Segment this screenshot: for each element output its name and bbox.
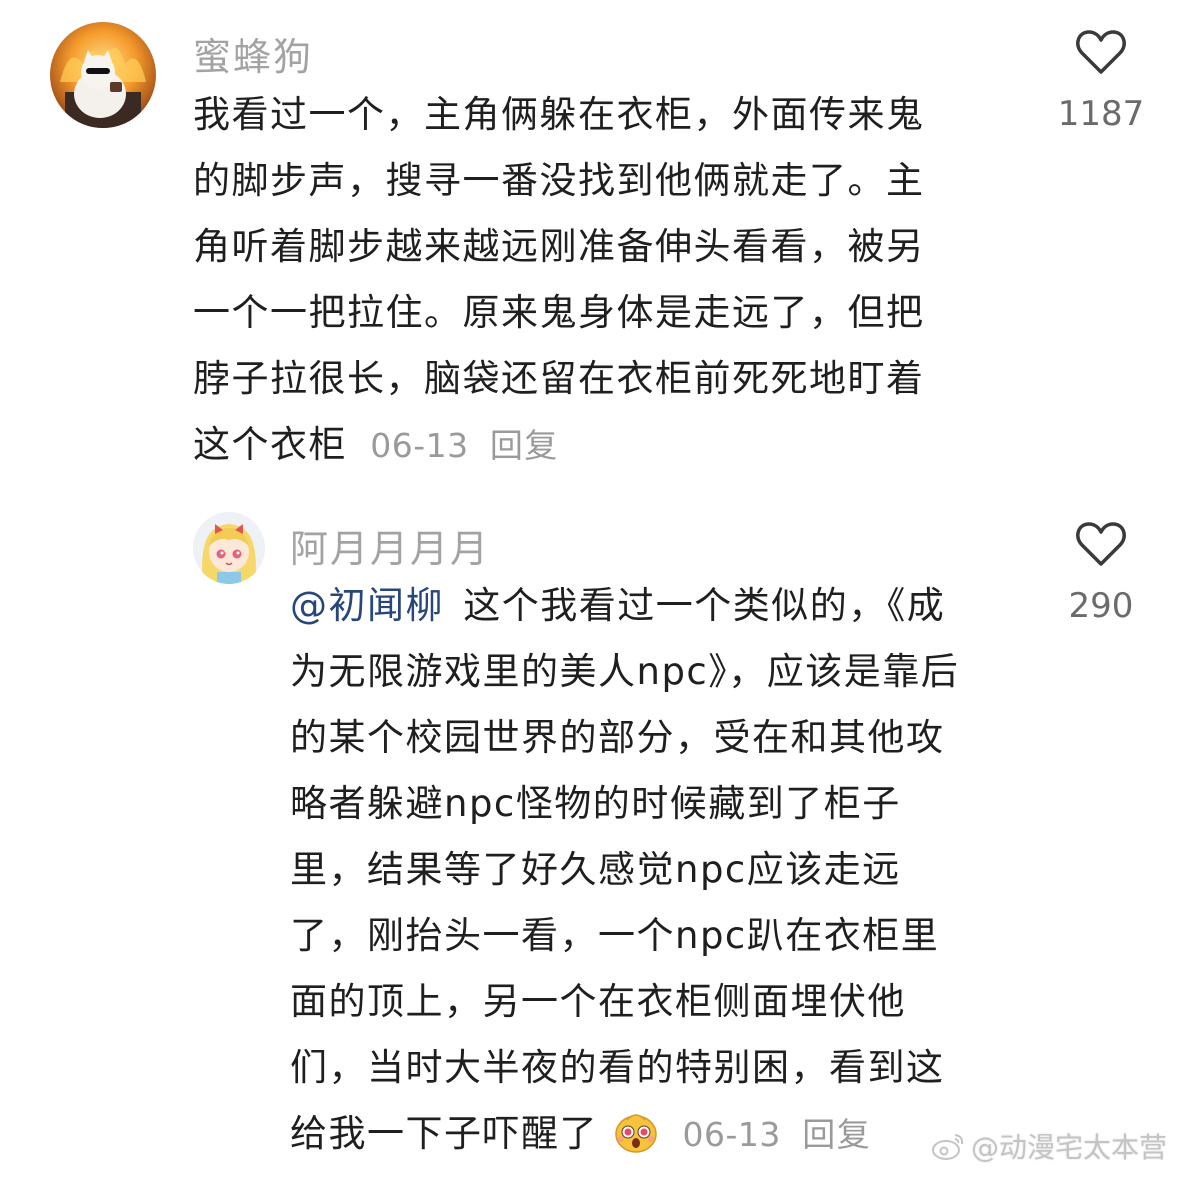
comment-username[interactable]: 蜜蜂狗 — [193, 26, 313, 81]
avatar[interactable] — [50, 22, 156, 128]
comment-date: 06-13 — [370, 426, 469, 465]
watermark-text: @动漫宅太本营 — [970, 1131, 1167, 1164]
comment-body: 我看过一个，主角俩躲在衣柜，外面传来鬼 的脚步声，搜寻一番没找到他俩就走了。主 … — [193, 82, 925, 479]
cat-on-fire-avatar-icon — [50, 22, 156, 128]
comment-username[interactable]: 阿月月月月 — [290, 518, 490, 573]
comment-line: 脖子拉很长，脑袋还留在衣柜前死死地盯着 — [193, 357, 925, 400]
comment-date: 06-13 — [682, 1115, 781, 1154]
comment-line: 了，刚抬头一看，一个npc趴在衣柜里 — [290, 914, 940, 957]
like-count: 1187 — [1057, 94, 1145, 134]
watermark: @动漫宅太本营 — [931, 1126, 1167, 1166]
anime-girl-avatar-icon — [193, 512, 265, 584]
comment-first-line: @初闻柳 这个我看过一个类似的，《成 — [290, 573, 959, 639]
comment-line: 面的顶上，另一个在衣柜侧面埋伏他 — [290, 980, 906, 1023]
comment-line: 这个衣柜 — [193, 423, 347, 466]
comment-line: 里，结果等了好久感觉npc应该走远 — [290, 848, 901, 891]
comment-last-line: 这个衣柜 06-13 回复 — [193, 412, 925, 479]
like-count: 290 — [1068, 586, 1134, 626]
comment-line: 角听着脚步越来越远刚准备伸头看看，被另 — [193, 225, 925, 268]
reply-button[interactable]: 回复 — [490, 426, 559, 465]
heart-icon[interactable] — [1075, 28, 1127, 80]
comment-body: @初闻柳 这个我看过一个类似的，《成 为无限游戏里的美人npc》，应该是靠后 的… — [290, 573, 959, 1168]
comment-line: 略者躲避npc怪物的时候藏到了柜子 — [290, 782, 901, 825]
comment-line: 一个一把拉住。原来鬼身体是走远了，但把 — [193, 291, 925, 334]
comment-last-line: 给我一下子吓醒了 06-13 回复 — [290, 1101, 959, 1168]
comment-line: 们，当时大半夜的看的特别困，看到这 — [290, 1046, 945, 1089]
comment-line: 为无限游戏里的美人npc》，应该是靠后 — [290, 650, 960, 693]
avatar[interactable] — [193, 512, 265, 584]
comment-line: 的脚步声，搜寻一番没找到他俩就走了。主 — [193, 159, 925, 202]
reply-button[interactable]: 回复 — [802, 1115, 871, 1154]
comment-line: 这个我看过一个类似的，《成 — [463, 584, 946, 627]
heart-icon[interactable] — [1075, 520, 1127, 572]
shocked-face-emoji-icon — [615, 1114, 658, 1153]
comment-line: 给我一下子吓醒了 — [290, 1112, 598, 1155]
comment-line: 我看过一个，主角俩躲在衣柜，外面传来鬼 — [193, 93, 925, 136]
mention-link[interactable]: @初闻柳 — [290, 584, 444, 627]
comment-line: 的某个校园世界的部分，受在和其他攻 — [290, 716, 945, 759]
weibo-logo-icon — [931, 1134, 964, 1160]
